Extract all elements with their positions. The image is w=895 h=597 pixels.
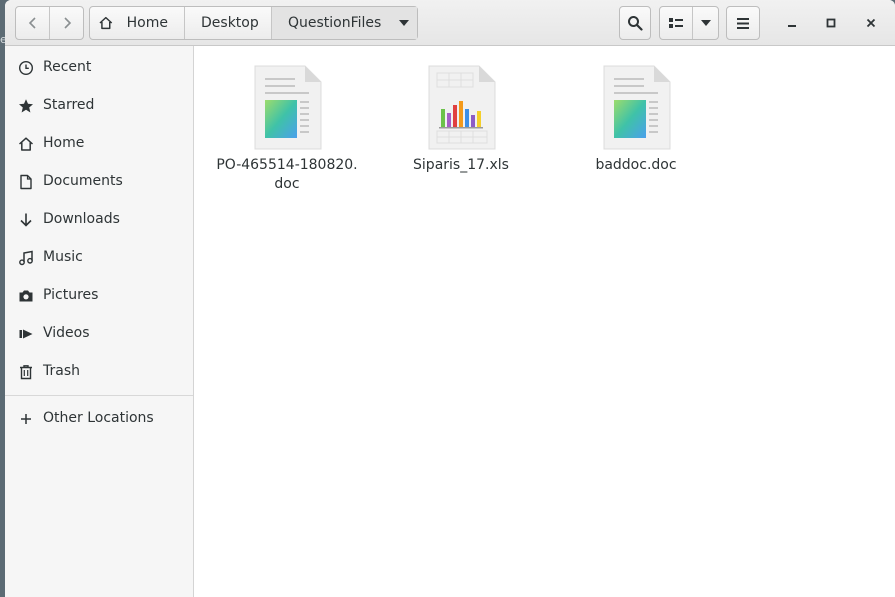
maximize-button[interactable]	[820, 12, 842, 34]
document-icon	[18, 174, 34, 190]
file-name: Siparis_17.xls	[381, 156, 541, 175]
music-icon	[18, 250, 34, 266]
sidebar-item-label: Documents	[43, 173, 123, 189]
sidebar-item-pictures[interactable]: Pictures	[5, 277, 193, 315]
sidebar-item-label: Recent	[43, 59, 92, 75]
sidebar-item-label: Home	[43, 135, 85, 151]
main-menu-button[interactable]	[726, 6, 760, 40]
sidebar-item-other-locations[interactable]: Other Locations	[5, 400, 193, 438]
sidebar-item-label: Downloads	[43, 211, 120, 227]
breadcrumb-desktop-label: Desktop	[201, 15, 259, 31]
sidebar-item-documents[interactable]: Documents	[5, 163, 193, 201]
sidebar-item-downloads[interactable]: Downloads	[5, 201, 193, 239]
home-icon	[99, 16, 113, 30]
sidebar-item-videos[interactable]: Videos	[5, 315, 193, 353]
chevron-left-icon	[28, 17, 36, 29]
hamburger-menu-icon	[737, 17, 749, 29]
header-bar: Home Desktop QuestionFiles	[5, 0, 895, 46]
sidebar-item-trash[interactable]: Trash	[5, 353, 193, 391]
download-icon	[18, 212, 34, 228]
sidebar-item-label: Starred	[43, 97, 95, 113]
home-icon	[18, 136, 34, 152]
breadcrumb-questionfiles[interactable]: QuestionFiles	[272, 7, 417, 39]
file-manager-window: Home Desktop QuestionFiles Recent Starre…	[5, 0, 895, 597]
spreadsheet-file-icon	[428, 65, 496, 150]
sidebar-item-starred[interactable]: Starred	[5, 87, 193, 125]
document-file-icon	[603, 65, 671, 150]
breadcrumb-questionfiles-label: QuestionFiles	[288, 15, 382, 31]
plus-icon	[18, 411, 34, 427]
sidebar-item-label: Other Locations	[43, 410, 154, 426]
file-view: PO-465514-180820. doc Siparis_17.xls bad…	[194, 46, 895, 597]
sidebar-item-label: Videos	[43, 325, 90, 341]
maximize-icon	[826, 18, 836, 28]
file-name-line: PO-465514-180820.	[216, 157, 358, 173]
breadcrumb-desktop[interactable]: Desktop	[185, 7, 272, 39]
document-file-icon	[254, 65, 322, 150]
breadcrumb: Home Desktop QuestionFiles	[89, 6, 418, 40]
sidebar-item-home[interactable]: Home	[5, 125, 193, 163]
breadcrumb-home-label: Home	[126, 15, 168, 31]
sidebar-item-label: Trash	[43, 363, 80, 379]
chevron-right-icon	[63, 17, 71, 29]
sidebar-separator	[5, 395, 193, 396]
clock-icon	[18, 60, 34, 76]
sidebar-item-recent[interactable]: Recent	[5, 49, 193, 87]
view-options	[659, 6, 719, 40]
minimize-icon	[788, 25, 796, 27]
navigation-buttons	[15, 6, 84, 40]
close-button[interactable]	[860, 12, 882, 34]
minimize-button[interactable]	[781, 12, 803, 34]
view-menu-button[interactable]	[693, 7, 718, 39]
forward-button[interactable]	[49, 7, 83, 39]
breadcrumb-home[interactable]: Home	[90, 7, 185, 39]
list-view-button[interactable]	[660, 7, 693, 39]
sidebar-item-label: Music	[43, 249, 83, 265]
dropdown-arrow-icon	[399, 20, 409, 26]
back-button[interactable]	[16, 7, 49, 39]
file-name: baddoc.doc	[556, 156, 716, 175]
close-icon	[866, 18, 876, 28]
sidebar: Recent Starred Home Documents Downloads …	[5, 46, 194, 597]
search-button[interactable]	[619, 6, 651, 40]
dropdown-arrow-icon	[700, 20, 711, 26]
sidebar-item-music[interactable]: Music	[5, 239, 193, 277]
file-name-line: baddoc.doc	[595, 157, 677, 173]
list-view-icon	[669, 18, 683, 28]
search-icon	[628, 16, 643, 31]
file-name-line: doc	[274, 176, 300, 192]
file-name-line: Siparis_17.xls	[413, 157, 509, 173]
camera-icon	[18, 288, 34, 304]
file-name: PO-465514-180820. doc	[207, 156, 367, 194]
trash-icon	[18, 364, 34, 380]
star-icon	[18, 98, 34, 114]
sidebar-item-label: Pictures	[43, 287, 99, 303]
video-icon	[18, 326, 34, 342]
